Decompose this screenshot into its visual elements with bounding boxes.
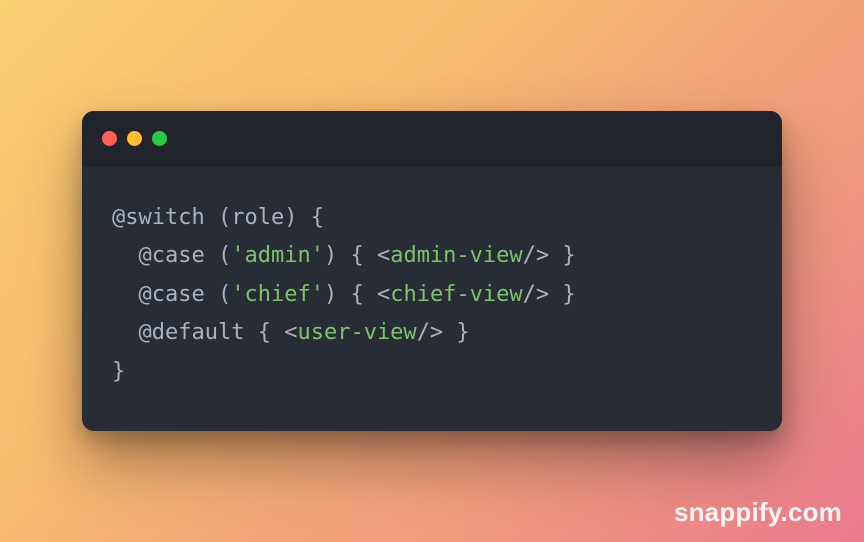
code-line-5: } bbox=[112, 359, 125, 384]
code-window: @switch (role) { @case ('admin') { <admi… bbox=[82, 111, 782, 432]
code-line-3: @case ('chief') { <chief-view/> } bbox=[112, 282, 576, 307]
code-line-1: @switch (role) { bbox=[112, 205, 324, 230]
maximize-icon[interactable] bbox=[152, 131, 167, 146]
code-block: @switch (role) { @case ('admin') { <admi… bbox=[82, 167, 782, 432]
close-icon[interactable] bbox=[102, 131, 117, 146]
code-line-2: @case ('admin') { <admin-view/> } bbox=[112, 243, 576, 268]
window-titlebar bbox=[82, 111, 782, 167]
minimize-icon[interactable] bbox=[127, 131, 142, 146]
watermark: snappify.com bbox=[674, 497, 842, 528]
code-line-4: @default { <user-view/> } bbox=[112, 320, 470, 345]
